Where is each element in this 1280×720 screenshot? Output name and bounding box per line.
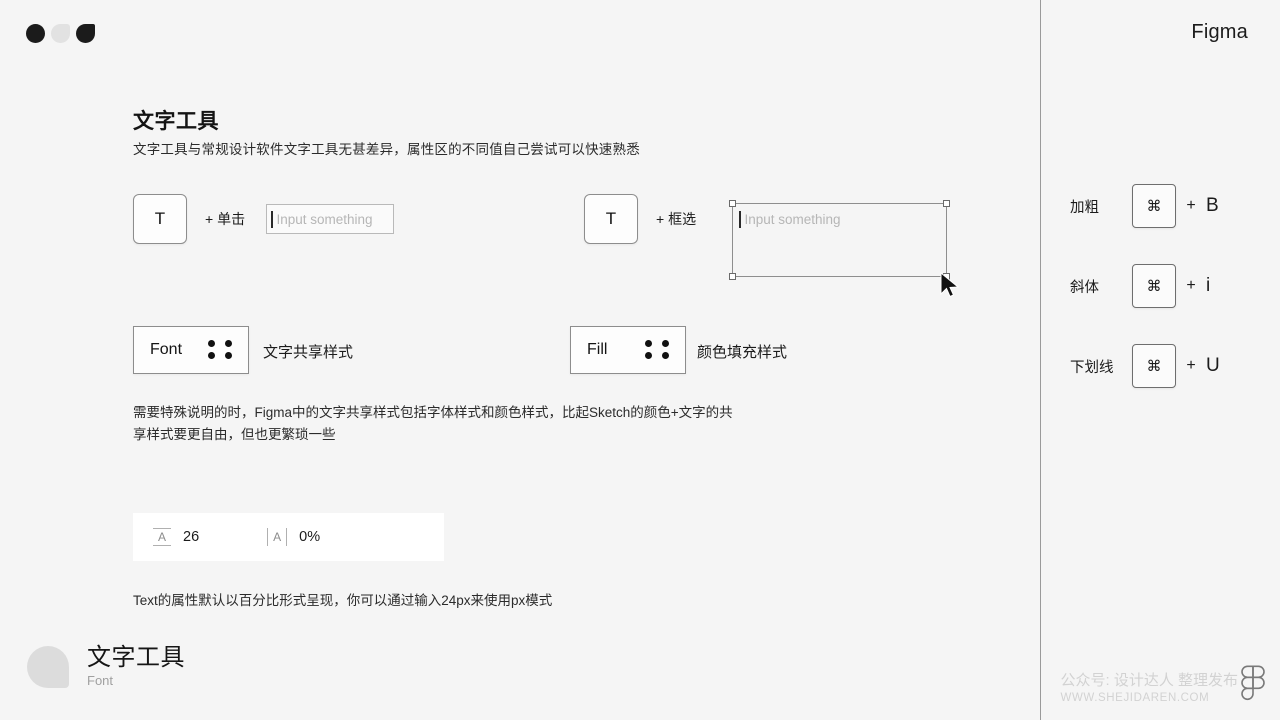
line-height-value[interactable]: 26	[183, 529, 199, 545]
four-dot-grid-icon[interactable]	[208, 340, 232, 360]
watermark-line-1: 公众号: 设计达人 整理发布	[1060, 672, 1238, 689]
fill-style-chip[interactable]: Fill	[570, 326, 686, 374]
resize-handle-top-right[interactable]	[943, 200, 950, 207]
figma-logo-icon	[1241, 665, 1265, 701]
footer-text: 文字工具 Font	[87, 644, 185, 689]
letter-spacing-property[interactable]: A 0%	[267, 528, 320, 546]
shortcut-key-bold: B	[1206, 195, 1219, 216]
shortcut-plus-underline: +	[1186, 357, 1196, 374]
command-key-icon[interactable]: ⌘	[1132, 344, 1176, 388]
footer-mark-icon	[27, 645, 69, 688]
text-input-placeholder: Input something	[276, 211, 373, 227]
font-chip-label: Font	[150, 341, 183, 358]
mouse-cursor-icon	[940, 272, 960, 298]
shortcut-row-underline: 下划线 ⌘ + U	[1070, 342, 1270, 390]
panel-divider	[1040, 0, 1041, 720]
explanation-paragraph: 需要特殊说明的时，Figma中的文字共享样式包括字体样式和颜色样式，比起Sket…	[133, 405, 733, 442]
fill-chip-note: 颜色填充样式	[697, 344, 788, 361]
footer-title: 文字工具	[87, 644, 185, 671]
watermark-line-2: WWW.SHEJIDAREN.COM	[1060, 692, 1210, 704]
demo-drag-joiner: + 框选	[656, 211, 697, 227]
shortcut-plus-italic: +	[1186, 277, 1196, 294]
selection-box-placeholder: Input something	[744, 212, 841, 227]
shortcut-row-bold: 加粗 ⌘ + B	[1070, 182, 1270, 230]
font-style-chip[interactable]: Font	[133, 326, 249, 374]
four-dot-grid-icon[interactable]	[645, 340, 669, 360]
shortcut-plus-bold: +	[1186, 197, 1196, 214]
shortcut-key-underline: U	[1206, 355, 1220, 376]
page-title: 文字工具	[133, 110, 219, 133]
slide-canvas: 文字工具 文字工具与常规设计软件文字工具无甚差异，属性区的不同值自己尝试可以快速…	[0, 0, 1280, 720]
fill-chip-label: Fill	[587, 341, 608, 358]
shortcut-label-italic: 斜体	[1070, 279, 1099, 296]
demo-click-joiner: + 单击	[205, 211, 246, 227]
watermark: 公众号: 设计达人 整理发布 WWW.SHEJIDAREN.COM	[1060, 664, 1266, 706]
shortcut-label-underline: 下划线	[1070, 359, 1114, 376]
shortcut-row-italic: 斜体 ⌘ + i	[1070, 262, 1270, 310]
text-caret-icon	[739, 211, 741, 228]
resize-handle-bottom-left[interactable]	[729, 273, 736, 280]
shortcuts-list: 加粗 ⌘ + B 斜体 ⌘ + i 下划线 ⌘ + U	[1070, 182, 1270, 422]
resize-handle-top-left[interactable]	[729, 200, 736, 207]
text-caret-icon	[271, 210, 273, 228]
letter-spacing-value[interactable]: 0%	[299, 529, 320, 545]
demo-drag: T + 框选	[584, 194, 706, 244]
text-input-click[interactable]: Input something	[266, 204, 394, 234]
text-selection-box[interactable]: Input something	[729, 200, 950, 280]
text-tool-button-click[interactable]: T	[133, 194, 187, 244]
font-chip-note: 文字共享样式	[263, 344, 354, 361]
text-tool-button-drag[interactable]: T	[584, 194, 638, 244]
slide-footer: 文字工具 Font	[27, 645, 185, 688]
line-height-property[interactable]: A 26	[153, 527, 199, 547]
text-properties-bar: A 26 A 0%	[133, 513, 444, 561]
page-subtitle: 文字工具与常规设计软件文字工具无甚差异，属性区的不同值自己尝试可以快速熟悉	[133, 142, 640, 157]
line-height-icon: A	[153, 527, 171, 547]
property-footnote: Text的属性默认以百分比形式呈现，你可以通过输入24px来使用px模式	[133, 593, 553, 608]
shortcut-label-bold: 加粗	[1070, 199, 1099, 216]
main-content: 文字工具 文字工具与常规设计软件文字工具无甚差异，属性区的不同值自己尝试可以快速…	[0, 0, 1040, 720]
brand-label: Figma	[1191, 21, 1248, 43]
letter-spacing-icon: A	[267, 528, 288, 546]
command-key-icon[interactable]: ⌘	[1132, 184, 1176, 228]
footer-subtitle: Font	[87, 673, 114, 688]
shortcut-key-italic: i	[1206, 275, 1211, 296]
selection-box-content: Input something	[739, 211, 841, 228]
watermark-text: 公众号: 设计达人 整理发布 WWW.SHEJIDAREN.COM	[1060, 672, 1238, 706]
command-key-icon[interactable]: ⌘	[1132, 264, 1176, 308]
demo-click: T + 单击	[133, 194, 255, 244]
